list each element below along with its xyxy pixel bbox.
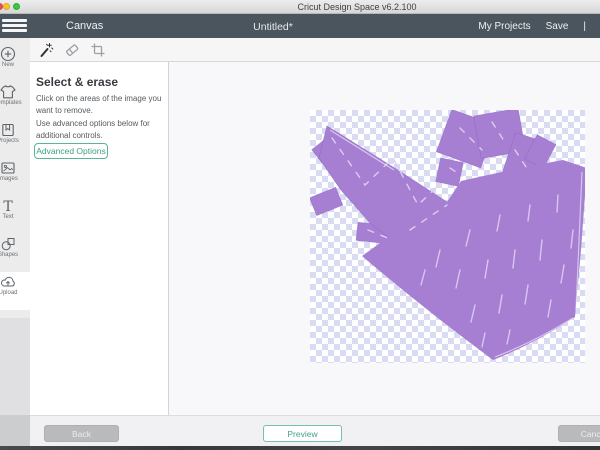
app-window: Cricut Design Space v6.2.100 Canvas Unti… [0, 0, 600, 450]
zoom-window-icon[interactable] [13, 3, 20, 10]
tshirt-icon [0, 84, 16, 100]
my-projects-link[interactable]: My Projects [478, 21, 530, 32]
canvas-nav-label[interactable]: Canvas [66, 20, 103, 32]
image-icon [0, 160, 16, 176]
minimize-window-icon[interactable] [3, 3, 10, 10]
shapes-icon [0, 236, 16, 252]
projects-icon [0, 122, 16, 138]
sidebar-item-templates[interactable]: Templates [0, 82, 30, 119]
header-divider: | [583, 21, 586, 32]
desktop-dock-strip [0, 446, 600, 450]
sidebar-item-text[interactable]: T Text [0, 196, 30, 233]
sidebar-item-label: Shapes [0, 252, 30, 258]
select-erase-panel: Select & erase Click on the areas of the… [30, 62, 168, 415]
panel-heading: Select & erase [36, 75, 118, 89]
footer-bar: Back Preview Cancel [30, 415, 600, 446]
save-link[interactable]: Save [546, 21, 569, 32]
sidebar-item-images[interactable]: Images [0, 158, 30, 195]
sidebar-lower-area [0, 318, 30, 415]
uploaded-image-shape [310, 110, 585, 363]
panel-instruction-2: Use advanced options below for additiona… [36, 118, 166, 142]
sidebar-item-label: Projects [0, 138, 30, 144]
sidebar-item-label: Templates [0, 100, 30, 106]
upload-cloud-icon [0, 274, 16, 290]
hamburger-menu-icon[interactable] [2, 19, 27, 33]
eraser-tool-button[interactable] [63, 41, 80, 58]
sidebar-item-label: Images [0, 176, 30, 182]
magic-wand-tool-button[interactable] [37, 41, 54, 58]
sidebar-item-label: Text [0, 214, 30, 220]
preview-button[interactable]: Preview [263, 425, 342, 442]
mac-titlebar: Cricut Design Space v6.2.100 [0, 0, 600, 14]
image-edit-area [169, 62, 600, 415]
plus-circle-icon [0, 46, 16, 62]
sidebar-item-new[interactable]: New [0, 44, 30, 81]
sidebar-footer-block [0, 415, 30, 446]
back-button[interactable]: Back [44, 425, 119, 442]
uploaded-image-preview[interactable] [310, 110, 585, 363]
erase-toolbar [30, 38, 600, 62]
sidebar-item-projects[interactable]: Projects [0, 120, 30, 157]
svg-text:T: T [3, 199, 13, 214]
sidebar-item-upload[interactable]: Upload [0, 272, 30, 310]
sidebar-item-label: New [0, 62, 30, 68]
cancel-button[interactable]: Cancel [558, 425, 600, 442]
sidebar-item-shapes[interactable]: Shapes [0, 234, 30, 271]
panel-instruction-1: Click on the areas of the image you want… [36, 93, 166, 117]
window-title: Cricut Design Space v6.2.100 [297, 2, 416, 12]
app-header: Canvas Untitled* My Projects Save | [0, 14, 600, 38]
main-sidebar: New Templates Projects Images [0, 38, 30, 415]
sidebar-item-label: Upload [0, 290, 30, 296]
advanced-options-button[interactable]: Advanced Options [34, 143, 108, 159]
crop-tool-button[interactable] [89, 41, 106, 58]
document-title[interactable]: Untitled* [253, 21, 293, 33]
text-icon: T [0, 198, 16, 214]
